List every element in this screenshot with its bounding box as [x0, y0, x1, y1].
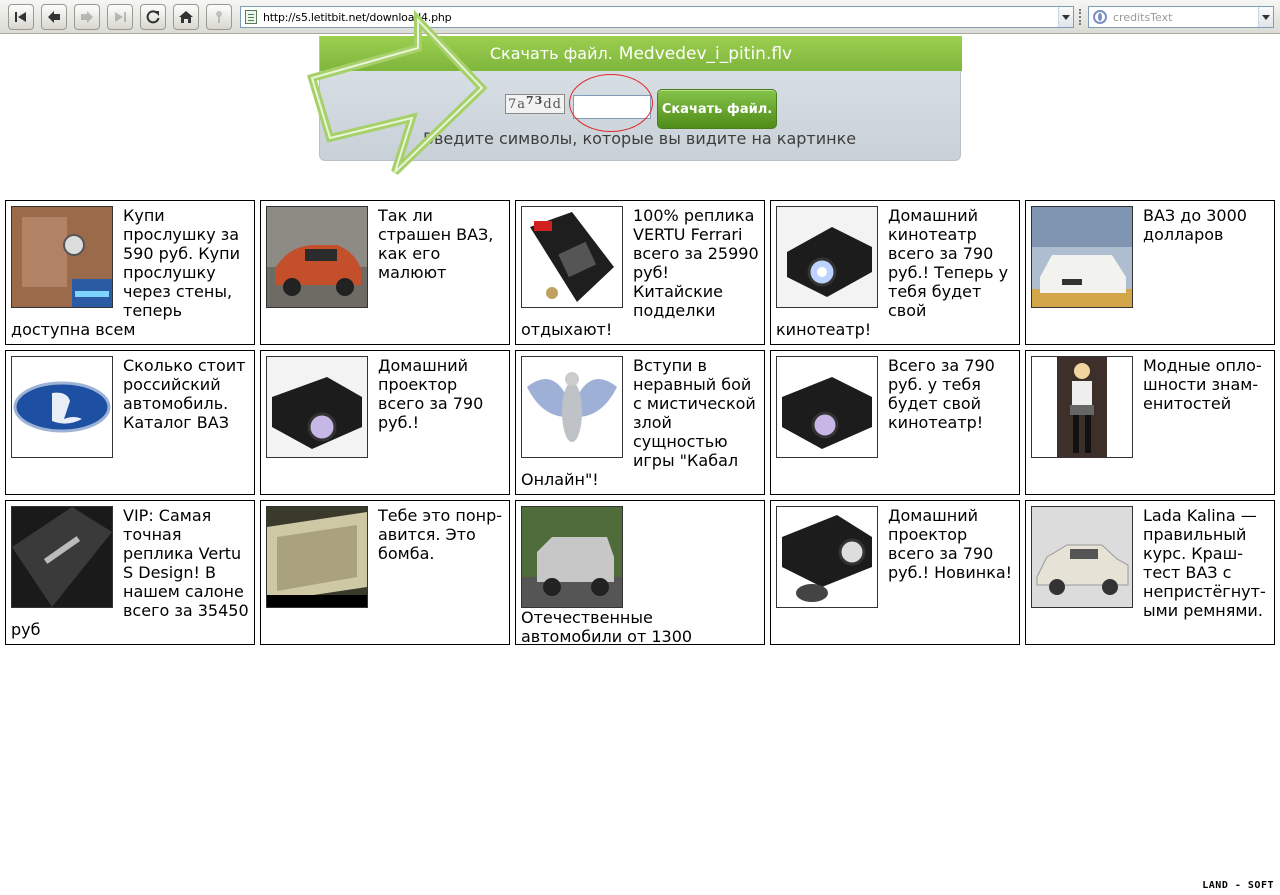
search-engine-icon[interactable]	[1093, 10, 1107, 24]
reload-icon[interactable]	[140, 4, 166, 30]
ad-text[interactable]: Всего за 790 руб. у тебя будет свой кино…	[888, 356, 995, 432]
vertu-black-image[interactable]	[11, 506, 113, 608]
download-header-label: Скачать файл.	[489, 44, 613, 63]
ad-card[interactable]: Тебе это понр­авится. Это бомба.	[260, 500, 510, 645]
address-bar[interactable]: http://s5.letitbit.net/download4.php	[240, 6, 1074, 28]
captcha-tail: dd	[543, 96, 562, 112]
ad-text[interactable]: Сколько стоит российский автомобиль. Кат…	[123, 356, 245, 432]
home-icon[interactable]	[173, 4, 199, 30]
money-image[interactable]	[266, 506, 368, 608]
search-dropdown-icon[interactable]	[1258, 7, 1273, 27]
ad-text[interactable]: Отечественны­е автомобили от 1300 доллар…	[521, 608, 692, 644]
ad-card[interactable]: ВАЗ до 3000 долларов	[1025, 200, 1275, 345]
ad-card[interactable]: Всего за 790 руб. у тебя будет свой кино…	[770, 350, 1020, 495]
ad-text[interactable]: Так ли страшен ВАЗ, как его малюют	[378, 206, 493, 282]
projector-image[interactable]	[776, 356, 878, 458]
ad-text[interactable]: Тебе это понр­авится. Это бомба.	[378, 506, 502, 563]
ad-card[interactable]: Домашний кинотеатр всего за 790 руб.! Те…	[770, 200, 1020, 345]
ad-card[interactable]: Домашний проектор всего за 790 руб.! Нов…	[770, 500, 1020, 645]
first-icon[interactable]	[8, 4, 34, 30]
angel-image[interactable]	[521, 356, 623, 458]
ad-card[interactable]: 100% реплика VERTU Ferrari всего за 2599…	[515, 200, 765, 345]
back-icon[interactable]	[41, 4, 67, 30]
last-icon[interactable]	[107, 4, 133, 30]
ad-text[interactable]: ВАЗ до 3000 долларов	[1143, 206, 1247, 244]
woman-image[interactable]	[1031, 356, 1133, 458]
projector-image[interactable]	[776, 206, 878, 308]
keyhole-icon[interactable]	[206, 4, 232, 30]
page-icon	[245, 10, 257, 24]
ad-card[interactable]: Сколько стоит российский автомобиль. Кат…	[5, 350, 255, 495]
ad-card[interactable]: Вступи в неравный бой с мистической злой…	[515, 350, 765, 495]
vertu-phone-image[interactable]	[521, 206, 623, 308]
white-car-image[interactable]	[1031, 206, 1133, 308]
watermark: LAND - SOFT	[1202, 880, 1274, 891]
download-filename: Medvedev_i_pitin.flv	[618, 43, 793, 64]
download-button[interactable]: Скачать файл.	[657, 89, 777, 129]
browser-toolbar: http://s5.letitbit.net/download4.php cre…	[0, 0, 1280, 34]
forward-icon[interactable]	[74, 4, 100, 30]
search-box[interactable]: creditsText	[1088, 6, 1274, 28]
projector-lens-image[interactable]	[776, 506, 878, 608]
captcha-image: 7a 73 dd	[505, 94, 565, 114]
captcha-input[interactable]	[573, 95, 651, 119]
suv-image[interactable]	[521, 506, 623, 608]
ad-card[interactable]: VIP: Самая точная реплика Vertu S Design…	[5, 500, 255, 645]
address-dropdown-icon[interactable]	[1058, 7, 1073, 27]
ad-card[interactable]: Отечественны­е автомобили от 1300 доллар…	[515, 500, 765, 645]
captcha-sup: 73	[526, 93, 544, 107]
search-placeholder[interactable]: creditsText	[1113, 11, 1172, 24]
ad-text[interactable]: Домашний проектор всего за 790 руб.!	[378, 356, 483, 432]
download-panel: Скачать файл. Medvedev_i_pitin.flv 7a 73…	[319, 36, 962, 161]
projector-image[interactable]	[266, 356, 368, 458]
ad-card[interactable]: Модные опло­шности знам­енитостей	[1025, 350, 1275, 495]
ad-text[interactable]: Lada Kalina — правильный курс. Краш­тест…	[1143, 506, 1266, 620]
download-header: Скачать файл. Medvedev_i_pitin.flv	[320, 36, 962, 71]
orange-car-image[interactable]	[266, 206, 368, 308]
spy-device-image[interactable]	[11, 206, 113, 308]
ads-grid: Купи прослушку за 590 руб. Купи прослушк…	[5, 200, 1275, 645]
lada-logo-image[interactable]	[11, 356, 113, 458]
ad-card[interactable]: Домашний проектор всего за 790 руб.!	[260, 350, 510, 495]
captcha-text: 7a	[508, 96, 527, 112]
sedan-image[interactable]	[1031, 506, 1133, 608]
ad-text[interactable]: Модные опло­шности знам­енитостей	[1143, 356, 1262, 413]
ad-card[interactable]: Lada Kalina — правильный курс. Краш­тест…	[1025, 500, 1275, 645]
ad-card[interactable]: Купи прослушку за 590 руб. Купи прослушк…	[5, 200, 255, 345]
ad-text[interactable]: Домашний проектор всего за 790 руб.! Нов…	[888, 506, 1012, 582]
address-url[interactable]: http://s5.letitbit.net/download4.php	[263, 11, 452, 24]
captcha-hint: Введите символы, которые вы видите на ка…	[423, 129, 857, 148]
toolbar-grip[interactable]	[1079, 9, 1081, 25]
ad-card[interactable]: Так ли страшен ВАЗ, как его малюют	[260, 200, 510, 345]
